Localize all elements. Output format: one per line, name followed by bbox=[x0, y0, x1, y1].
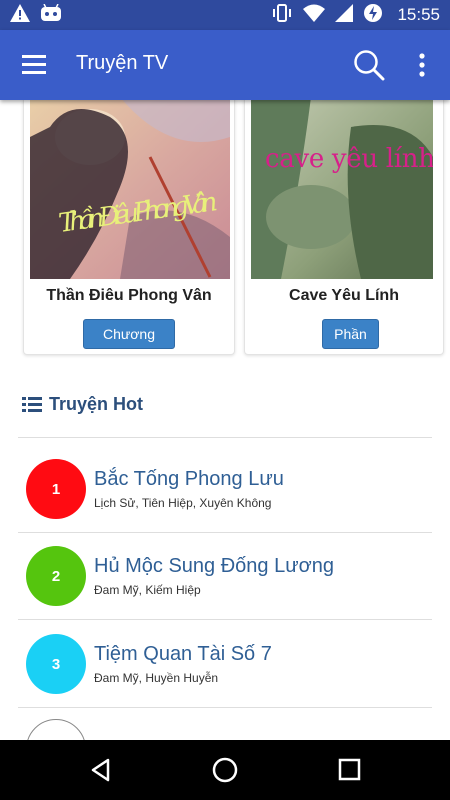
vibrate-icon bbox=[271, 3, 293, 27]
list-item[interactable]: 1 Bắc Tống Phong Lưu Lịch Sử, Tiên Hiệp,… bbox=[18, 438, 432, 525]
android-icon bbox=[40, 3, 62, 27]
chapter-button[interactable]: Phần 4 bbox=[322, 319, 379, 349]
back-icon bbox=[91, 758, 110, 782]
back-button[interactable] bbox=[86, 755, 116, 785]
section-header: Truyện Hot bbox=[22, 394, 143, 415]
system-nav-bar bbox=[0, 740, 450, 800]
rank-badge: 3 bbox=[26, 634, 86, 694]
featured-title: Thần Điêu Phong Vân bbox=[46, 287, 212, 304]
featured-card[interactable]: Thần Điêu Phong Vân Thần Điêu Phong Vân … bbox=[23, 100, 235, 355]
recents-button[interactable] bbox=[335, 755, 365, 785]
app-title: Truyện TV bbox=[76, 52, 169, 74]
story-title[interactable]: Bắc Tống Phong Lưu bbox=[94, 468, 284, 491]
rank-badge: 1 bbox=[26, 459, 86, 519]
story-title[interactable]: Hủ Mộc Sung Đống Lương bbox=[94, 555, 334, 578]
home-icon bbox=[212, 757, 238, 783]
section-title: Truyện Hot bbox=[49, 394, 144, 414]
signal-icon bbox=[335, 3, 354, 27]
list-item-partial[interactable] bbox=[26, 719, 86, 740]
more-options-button[interactable] bbox=[412, 50, 432, 80]
wifi-icon bbox=[303, 4, 326, 27]
warning-icon bbox=[10, 3, 30, 27]
menu-icon bbox=[22, 55, 46, 74]
search-button[interactable] bbox=[352, 48, 386, 82]
cover-text: cave yêu lính bbox=[265, 144, 433, 174]
clock-time: 15:55 bbox=[397, 5, 440, 24]
divider bbox=[18, 707, 432, 708]
more-vert-icon bbox=[419, 53, 425, 77]
story-genres: Lịch Sử, Tiên Hiệp, Xuyên Không bbox=[94, 496, 272, 510]
list-icon bbox=[22, 396, 42, 412]
featured-card[interactable]: cave yêu lính Cave Yêu Lính Phần 4 bbox=[244, 100, 444, 355]
list-item[interactable]: 3 Tiệm Quan Tài Số 7 Đam Mỹ, Huyền Huyễn bbox=[18, 613, 432, 700]
home-button[interactable] bbox=[210, 755, 240, 785]
menu-button[interactable] bbox=[22, 53, 48, 77]
list-item[interactable]: 2 Hủ Mộc Sung Đống Lương Đam Mỹ, Kiếm Hi… bbox=[18, 525, 432, 612]
content-area: Thần Điêu Phong Vân Thần Điêu Phong Vân … bbox=[0, 100, 450, 740]
book-cover-image: Thần Điêu Phong Vân bbox=[30, 100, 230, 279]
recents-icon bbox=[338, 758, 361, 781]
featured-title: Cave Yêu Lính bbox=[289, 287, 399, 304]
rank-badge: 2 bbox=[26, 546, 86, 606]
story-genres: Đam Mỹ, Kiếm Hiệp bbox=[94, 583, 201, 597]
battery-charging-icon bbox=[363, 3, 383, 28]
chapter-button[interactable]: Chương 551 bbox=[83, 319, 175, 349]
search-icon bbox=[354, 50, 385, 81]
story-genres: Đam Mỹ, Huyền Huyễn bbox=[94, 671, 219, 685]
app-bar: Truyện TV bbox=[0, 30, 450, 100]
story-title[interactable]: Tiệm Quan Tài Số 7 bbox=[94, 643, 272, 666]
status-bar: 15:55 bbox=[0, 0, 450, 30]
book-cover-image: cave yêu lính bbox=[251, 100, 433, 279]
